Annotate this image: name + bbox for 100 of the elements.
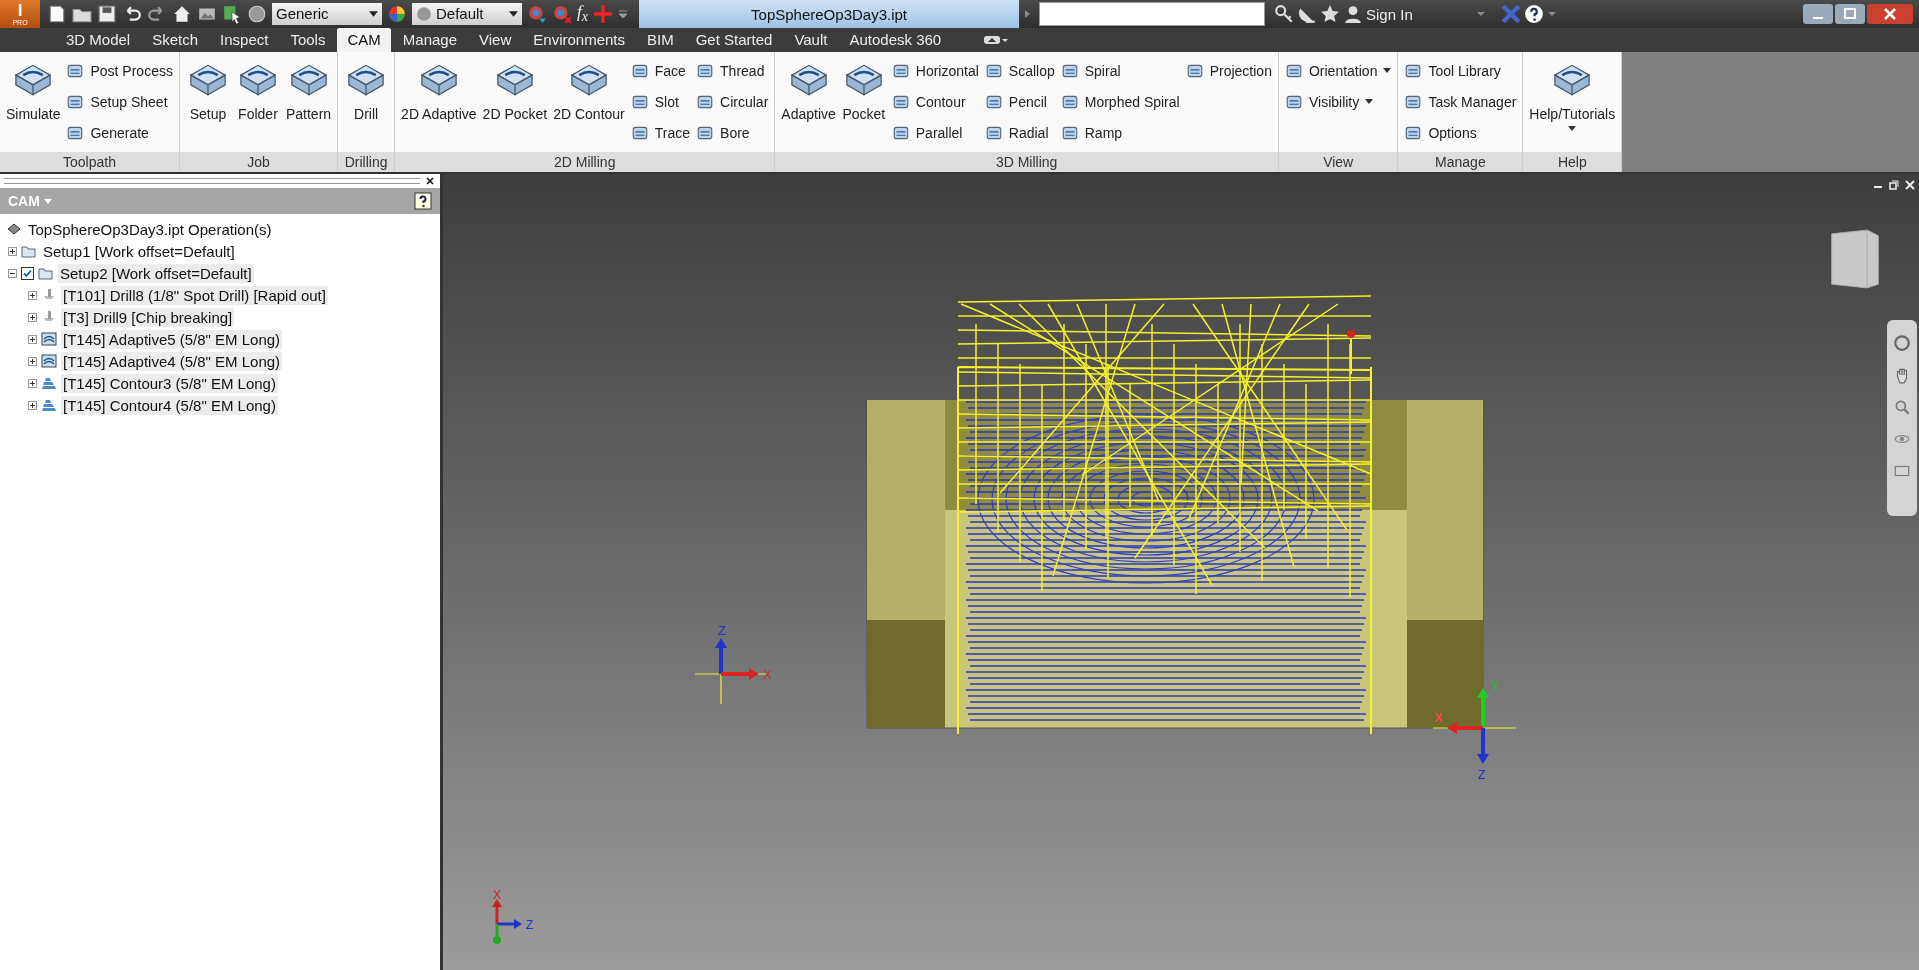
eye-dropdown-icon[interactable] [983,34,1010,46]
caret-icon [1383,68,1392,73]
ribbon-large-button[interactable]: Help/Tutorials [1529,56,1616,152]
tree-item[interactable]: [T3] Drill9 [Chip breaking] [61,307,235,327]
sphere-icon [416,6,432,22]
ribbon-button[interactable]: Visibility [1284,89,1392,114]
expander-icon[interactable] [28,334,37,344]
tree-item[interactable]: [T145] Adaptive4 (5/8" EM Long) [61,351,283,371]
ribbon-tab[interactable]: Environments [523,28,635,52]
ribbon-button[interactable]: Task Manager [1404,89,1517,114]
ribbon-button[interactable]: Scallop [984,58,1055,83]
sphere-icon[interactable] [247,4,267,24]
ribbon-button[interactable]: Parallel [891,120,979,145]
color-wheel-icon[interactable] [387,4,407,24]
help-icon[interactable] [1523,4,1544,24]
ribbon-tab[interactable]: Inspect [210,28,279,52]
ribbon-button[interactable]: Pencil [984,89,1055,114]
sign-in-link[interactable]: Sign In [1366,5,1413,23]
ribbon-large-button[interactable]: Adaptive [781,56,836,152]
home-icon[interactable] [172,4,192,24]
ribbon-tab[interactable]: Autodesk 360 [839,28,952,52]
expander-icon[interactable] [28,400,37,410]
ribbon-tab[interactable]: Sketch [142,28,209,52]
plus-icon[interactable] [593,4,614,24]
ribbon-button[interactable]: Slot [630,89,691,114]
ribbon-tab[interactable]: View [469,28,522,52]
formula-button[interactable]: f$_{x}$ [577,2,589,26]
key-icon[interactable] [1274,4,1295,24]
ribbon-button[interactable]: Tool Library [1404,58,1517,83]
ribbon-group-label: Toolpath [0,152,179,172]
ribbon-button[interactable]: Spiral [1060,58,1180,83]
ribbon-large-button[interactable]: Setup [185,56,230,152]
ribbon-tab[interactable]: Vault [784,28,838,52]
axis-label: Z [526,918,534,932]
caret-icon[interactable] [618,8,629,20]
ribbon-button[interactable]: Post Process [66,58,173,83]
ribbon-button[interactable]: Morphed Spiral [1060,89,1180,114]
tree-item[interactable]: TopSphereOp3Day3.ipt Operation(s) [26,219,274,239]
zoom-icon[interactable] [1893,398,1911,416]
expander-icon[interactable] [28,290,37,300]
ribbon-large-button[interactable]: Simulate [6,56,61,152]
appearance-dropdown[interactable]: Default [412,3,522,25]
ribbon-tab[interactable]: Get Started [685,28,783,52]
style-dropdown[interactable]: Generic [272,3,382,25]
ribbon-button[interactable]: Trace [630,120,691,145]
ribbon-tab[interactable]: Manage [392,28,468,52]
ribbon-button[interactable]: Horizontal [891,58,979,83]
ribbon-button[interactable]: Projection [1185,58,1272,83]
steering-wheel-icon[interactable] [1893,334,1911,352]
ribbon-large-button[interactable]: Folder [235,56,280,152]
tree-item[interactable]: [T145] Adaptive5 (5/8" EM Long) [61,329,283,349]
document-icon[interactable] [47,4,67,24]
tree-item[interactable]: Setup1 [Work offset=Default] [41,241,237,261]
color-clear-icon[interactable] [552,4,572,24]
ribbon-tab[interactable]: Tools [280,28,336,52]
ribbon-button[interactable]: Bore [696,120,769,145]
restore-icon[interactable] [1889,180,1899,190]
ribbon-large-button[interactable]: Pattern [285,56,332,152]
caret-icon [1365,99,1374,104]
expander-icon[interactable] [8,246,17,256]
ribbon-tab[interactable]: CAM [337,28,391,52]
ribbon-large-button[interactable]: Pocket [841,56,886,152]
tree-item[interactable]: [T101] Drill8 (1/8" Spot Drill) [Rapid out] [61,285,328,305]
ribbon-button[interactable]: Circular [696,89,769,114]
search-field[interactable] [1039,2,1266,26]
color-filter-icon[interactable] [527,4,547,24]
tree-item[interactable]: [T145] Contour3 (5/8" EM Long) [61,373,278,393]
ribbon-button[interactable]: Setup Sheet [66,89,173,114]
person-icon[interactable] [1343,4,1364,24]
help-icon[interactable] [414,192,432,210]
ribbon-tab[interactable]: 3D Model [56,28,141,52]
expander-icon[interactable] [28,312,37,322]
expander-icon[interactable] [28,378,37,388]
ribbon-large-button[interactable]: Drill [344,56,389,152]
layers-icon [41,375,57,391]
ribbon-group-label: Manage [1398,152,1523,172]
tree-item[interactable]: [T145] Contour4 (5/8" EM Long) [61,395,278,415]
axis-label: X [493,888,501,902]
maximize-icon[interactable] [1835,4,1865,24]
star-icon[interactable] [1320,4,1341,24]
tree-item[interactable]: Setup2 [Work offset=Default] [58,263,254,283]
expander-icon[interactable] [28,356,37,366]
ribbon-button[interactable]: Face [630,58,691,83]
ribbon-button[interactable]: Radial [984,120,1055,145]
caret-icon [369,11,378,17]
ribbon-tab[interactable]: BIM [637,28,684,52]
expander-icon[interactable] [8,268,17,278]
ribbon-button[interactable]: Contour [891,89,979,114]
ribbon-button[interactable]: Ramp [1060,120,1180,145]
ribbon-large-button[interactable]: 2D Contour [553,56,625,152]
caret-icon [1568,126,1577,131]
ribbon-large-button[interactable]: 2D Pocket [482,56,548,152]
ribbon-button[interactable]: Generate [66,120,173,145]
ribbon-button[interactable]: Thread [696,58,769,83]
cursor-icon[interactable] [222,4,242,24]
close-icon[interactable] [426,177,434,185]
checkbox[interactable] [21,266,34,280]
ribbon-button[interactable]: Options [1404,120,1517,145]
ribbon-button[interactable]: Orientation [1284,58,1392,83]
ribbon-large-button[interactable]: 2D Adaptive [401,56,477,152]
